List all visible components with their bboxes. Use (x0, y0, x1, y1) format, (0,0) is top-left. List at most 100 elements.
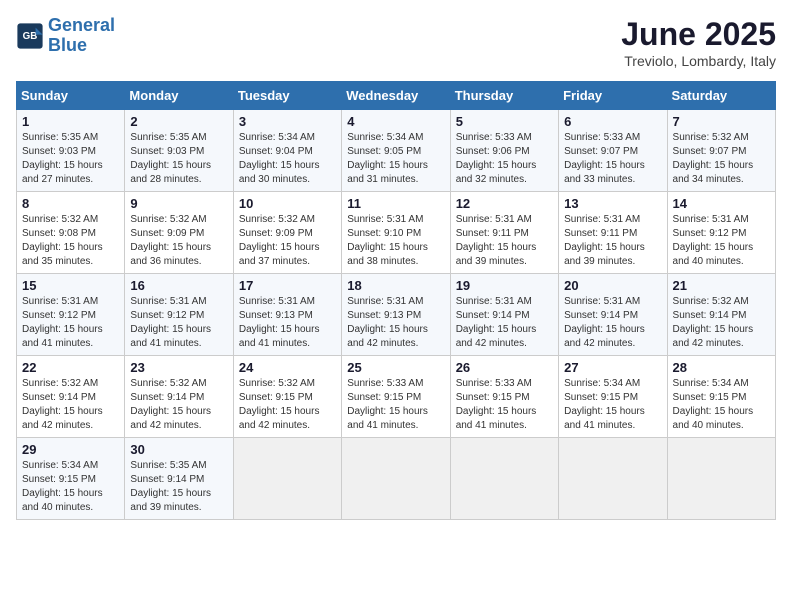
day-number: 20 (564, 278, 661, 293)
calendar-cell: 27 Sunrise: 5:34 AMSunset: 9:15 PMDaylig… (559, 356, 667, 438)
day-number: 24 (239, 360, 336, 375)
col-thursday: Thursday (450, 82, 558, 110)
calendar-cell: 10 Sunrise: 5:32 AMSunset: 9:09 PMDaylig… (233, 192, 341, 274)
day-number: 6 (564, 114, 661, 129)
logo: GB General Blue (16, 16, 115, 56)
calendar-cell: 18 Sunrise: 5:31 AMSunset: 9:13 PMDaylig… (342, 274, 450, 356)
day-info: Sunrise: 5:35 AMSunset: 9:14 PMDaylight:… (130, 460, 211, 513)
day-info: Sunrise: 5:33 AMSunset: 9:06 PMDaylight:… (456, 132, 537, 185)
day-info: Sunrise: 5:33 AMSunset: 9:15 PMDaylight:… (456, 378, 537, 431)
calendar-cell: 5 Sunrise: 5:33 AMSunset: 9:06 PMDayligh… (450, 110, 558, 192)
calendar-week-2: 8 Sunrise: 5:32 AMSunset: 9:08 PMDayligh… (17, 192, 776, 274)
svg-text:GB: GB (23, 31, 38, 42)
calendar-title: June 2025 (621, 16, 776, 53)
calendar-cell: 2 Sunrise: 5:35 AMSunset: 9:03 PMDayligh… (125, 110, 233, 192)
calendar-week-1: 1 Sunrise: 5:35 AMSunset: 9:03 PMDayligh… (17, 110, 776, 192)
day-number: 3 (239, 114, 336, 129)
calendar-cell: 21 Sunrise: 5:32 AMSunset: 9:14 PMDaylig… (667, 274, 775, 356)
calendar-cell: 16 Sunrise: 5:31 AMSunset: 9:12 PMDaylig… (125, 274, 233, 356)
day-info: Sunrise: 5:34 AMSunset: 9:04 PMDaylight:… (239, 132, 320, 185)
col-sunday: Sunday (17, 82, 125, 110)
calendar-table: Sunday Monday Tuesday Wednesday Thursday… (16, 81, 776, 520)
day-number: 17 (239, 278, 336, 293)
calendar-cell (342, 438, 450, 520)
day-number: 26 (456, 360, 553, 375)
calendar-cell (559, 438, 667, 520)
day-number: 21 (673, 278, 770, 293)
calendar-cell (450, 438, 558, 520)
day-info: Sunrise: 5:34 AMSunset: 9:15 PMDaylight:… (673, 378, 754, 431)
day-info: Sunrise: 5:32 AMSunset: 9:14 PMDaylight:… (22, 378, 103, 431)
calendar-cell (667, 438, 775, 520)
calendar-cell: 8 Sunrise: 5:32 AMSunset: 9:08 PMDayligh… (17, 192, 125, 274)
day-number: 27 (564, 360, 661, 375)
day-number: 13 (564, 196, 661, 211)
calendar-cell: 13 Sunrise: 5:31 AMSunset: 9:11 PMDaylig… (559, 192, 667, 274)
day-number: 15 (22, 278, 119, 293)
calendar-cell: 9 Sunrise: 5:32 AMSunset: 9:09 PMDayligh… (125, 192, 233, 274)
calendar-cell: 23 Sunrise: 5:32 AMSunset: 9:14 PMDaylig… (125, 356, 233, 438)
calendar-cell: 22 Sunrise: 5:32 AMSunset: 9:14 PMDaylig… (17, 356, 125, 438)
calendar-cell: 11 Sunrise: 5:31 AMSunset: 9:10 PMDaylig… (342, 192, 450, 274)
day-number: 29 (22, 442, 119, 457)
calendar-cell: 3 Sunrise: 5:34 AMSunset: 9:04 PMDayligh… (233, 110, 341, 192)
day-number: 2 (130, 114, 227, 129)
calendar-cell: 30 Sunrise: 5:35 AMSunset: 9:14 PMDaylig… (125, 438, 233, 520)
day-info: Sunrise: 5:32 AMSunset: 9:09 PMDaylight:… (239, 214, 320, 267)
calendar-cell: 15 Sunrise: 5:31 AMSunset: 9:12 PMDaylig… (17, 274, 125, 356)
calendar-cell: 12 Sunrise: 5:31 AMSunset: 9:11 PMDaylig… (450, 192, 558, 274)
day-number: 23 (130, 360, 227, 375)
col-friday: Friday (559, 82, 667, 110)
col-saturday: Saturday (667, 82, 775, 110)
logo-icon: GB (16, 22, 44, 50)
day-info: Sunrise: 5:33 AMSunset: 9:15 PMDaylight:… (347, 378, 428, 431)
col-monday: Monday (125, 82, 233, 110)
day-info: Sunrise: 5:34 AMSunset: 9:15 PMDaylight:… (22, 460, 103, 513)
day-info: Sunrise: 5:31 AMSunset: 9:13 PMDaylight:… (239, 296, 320, 349)
day-info: Sunrise: 5:31 AMSunset: 9:11 PMDaylight:… (564, 214, 645, 267)
header-row: Sunday Monday Tuesday Wednesday Thursday… (17, 82, 776, 110)
day-info: Sunrise: 5:32 AMSunset: 9:09 PMDaylight:… (130, 214, 211, 267)
day-info: Sunrise: 5:31 AMSunset: 9:14 PMDaylight:… (564, 296, 645, 349)
calendar-week-5: 29 Sunrise: 5:34 AMSunset: 9:15 PMDaylig… (17, 438, 776, 520)
calendar-cell: 4 Sunrise: 5:34 AMSunset: 9:05 PMDayligh… (342, 110, 450, 192)
day-number: 8 (22, 196, 119, 211)
calendar-cell: 14 Sunrise: 5:31 AMSunset: 9:12 PMDaylig… (667, 192, 775, 274)
day-info: Sunrise: 5:32 AMSunset: 9:14 PMDaylight:… (130, 378, 211, 431)
day-number: 30 (130, 442, 227, 457)
title-area: June 2025 Treviolo, Lombardy, Italy (621, 16, 776, 69)
calendar-week-4: 22 Sunrise: 5:32 AMSunset: 9:14 PMDaylig… (17, 356, 776, 438)
calendar-cell: 1 Sunrise: 5:35 AMSunset: 9:03 PMDayligh… (17, 110, 125, 192)
logo-line1: General (48, 15, 115, 35)
day-number: 11 (347, 196, 444, 211)
day-number: 9 (130, 196, 227, 211)
calendar-cell: 25 Sunrise: 5:33 AMSunset: 9:15 PMDaylig… (342, 356, 450, 438)
day-info: Sunrise: 5:31 AMSunset: 9:14 PMDaylight:… (456, 296, 537, 349)
day-number: 5 (456, 114, 553, 129)
day-info: Sunrise: 5:32 AMSunset: 9:07 PMDaylight:… (673, 132, 754, 185)
day-number: 16 (130, 278, 227, 293)
day-info: Sunrise: 5:31 AMSunset: 9:12 PMDaylight:… (673, 214, 754, 267)
day-info: Sunrise: 5:31 AMSunset: 9:12 PMDaylight:… (130, 296, 211, 349)
day-info: Sunrise: 5:35 AMSunset: 9:03 PMDaylight:… (22, 132, 103, 185)
calendar-cell: 26 Sunrise: 5:33 AMSunset: 9:15 PMDaylig… (450, 356, 558, 438)
day-number: 7 (673, 114, 770, 129)
day-info: Sunrise: 5:32 AMSunset: 9:08 PMDaylight:… (22, 214, 103, 267)
col-wednesday: Wednesday (342, 82, 450, 110)
day-number: 25 (347, 360, 444, 375)
day-info: Sunrise: 5:31 AMSunset: 9:10 PMDaylight:… (347, 214, 428, 267)
col-tuesday: Tuesday (233, 82, 341, 110)
day-info: Sunrise: 5:34 AMSunset: 9:05 PMDaylight:… (347, 132, 428, 185)
day-number: 19 (456, 278, 553, 293)
calendar-cell: 7 Sunrise: 5:32 AMSunset: 9:07 PMDayligh… (667, 110, 775, 192)
calendar-cell: 19 Sunrise: 5:31 AMSunset: 9:14 PMDaylig… (450, 274, 558, 356)
day-number: 22 (22, 360, 119, 375)
calendar-cell (233, 438, 341, 520)
logo-line2: Blue (48, 35, 87, 55)
calendar-cell: 28 Sunrise: 5:34 AMSunset: 9:15 PMDaylig… (667, 356, 775, 438)
day-info: Sunrise: 5:34 AMSunset: 9:15 PMDaylight:… (564, 378, 645, 431)
day-info: Sunrise: 5:32 AMSunset: 9:14 PMDaylight:… (673, 296, 754, 349)
calendar-week-3: 15 Sunrise: 5:31 AMSunset: 9:12 PMDaylig… (17, 274, 776, 356)
logo-text: General Blue (48, 16, 115, 56)
day-info: Sunrise: 5:31 AMSunset: 9:12 PMDaylight:… (22, 296, 103, 349)
